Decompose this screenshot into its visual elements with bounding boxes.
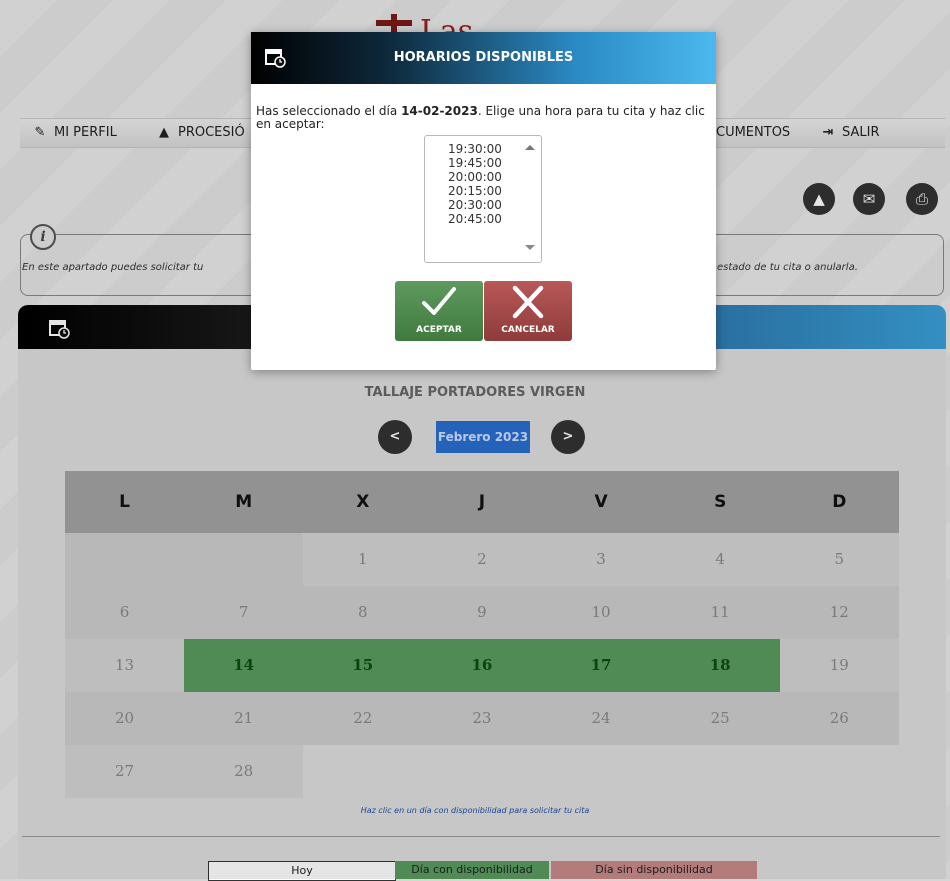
time-options: 19:30:00 19:45:00 20:00:00 20:15:00 20:30:00… xyxy=(425,142,525,226)
accept-button[interactable]: ACEPTAR xyxy=(395,281,483,341)
scroll-up-icon[interactable] xyxy=(525,145,535,150)
message-prefix: Has seleccionado el día xyxy=(256,104,402,118)
selected-date: 14-02-2023 xyxy=(401,104,478,118)
cancel-label: CANCELAR xyxy=(501,325,555,335)
accept-label: ACEPTAR xyxy=(416,325,462,335)
time-option[interactable]: 19:30:00 xyxy=(425,142,525,156)
available-times-dialog: HORARIOS DISPONIBLES Has seleccionado el… xyxy=(251,32,716,370)
time-option[interactable]: 20:15:00 xyxy=(425,184,525,198)
dialog-header: HORARIOS DISPONIBLES xyxy=(251,32,716,84)
dialog-message: Has seleccionado el día 14-02-2023. Elig… xyxy=(256,105,711,131)
close-icon xyxy=(484,285,572,323)
time-select[interactable]: 19:30:00 19:45:00 20:00:00 20:15:00 20:30:00… xyxy=(424,135,542,263)
time-option[interactable]: 20:00:00 xyxy=(425,170,525,184)
check-icon xyxy=(395,285,483,323)
time-option[interactable]: 19:45:00 xyxy=(425,156,525,170)
cancel-button[interactable]: CANCELAR xyxy=(484,281,572,341)
scroll-down-icon[interactable] xyxy=(525,245,535,250)
time-option[interactable]: 20:30:00 xyxy=(425,198,525,212)
time-option[interactable]: 20:45:00 xyxy=(425,212,525,226)
dialog-title: HORARIOS DISPONIBLES xyxy=(393,50,574,65)
